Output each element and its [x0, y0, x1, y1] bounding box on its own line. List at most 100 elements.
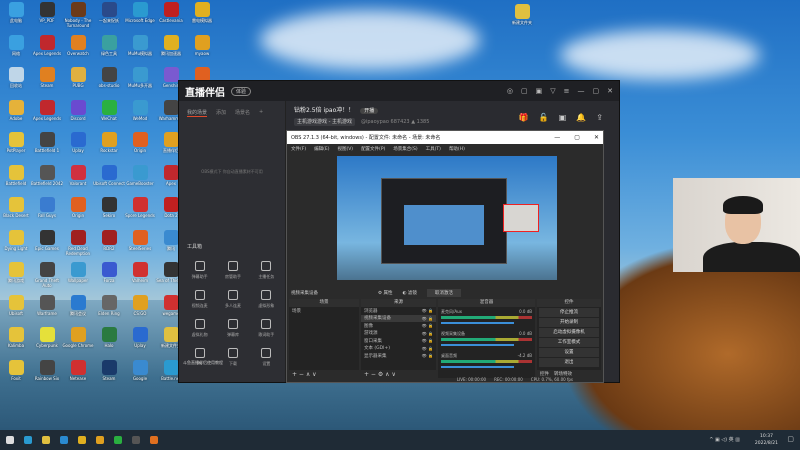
desktop-icon[interactable]: 绿色工具 [93, 33, 125, 67]
preview[interactable] [337, 156, 557, 280]
window-control-icon[interactable]: ≡ [564, 87, 570, 95]
clock[interactable]: 10:37 2022/8/21 [755, 433, 778, 447]
tool-item[interactable]: 房管助手 [216, 261, 249, 280]
source-item[interactable]: 文本 (GDI+) 👁 🔒 [361, 345, 436, 353]
desktop-icon[interactable]: 新建文件夹 [506, 2, 538, 36]
desktop-icon[interactable]: WeChat [93, 98, 125, 132]
desktop-icon[interactable]: Discord [62, 98, 94, 132]
tutorial-link[interactable]: 斗鱼直播伴侣使用教程 [183, 360, 223, 366]
desktop-icon[interactable]: Epic Games [31, 228, 63, 262]
desktop-icon[interactable]: GameBooster [124, 163, 156, 197]
desktop-icon[interactable]: PotPlayer [0, 130, 32, 164]
header-icon[interactable]: 🔔 [576, 113, 586, 122]
volume-slider[interactable] [441, 344, 514, 346]
desktop-icon[interactable]: Valheim [124, 260, 156, 294]
control-button[interactable]: 设置 [539, 348, 599, 357]
tool-item[interactable]: 视频连麦 [183, 290, 216, 309]
scene-item[interactable]: 场景 [289, 307, 359, 315]
tab-1[interactable]: 添加 [216, 109, 226, 117]
menu-item[interactable]: 视图(V) [337, 146, 353, 152]
window-control-icon[interactable]: ▽ [550, 87, 555, 95]
desktop-icon[interactable]: Overwatch [62, 33, 94, 67]
obs-window-control[interactable]: — [554, 134, 560, 141]
visibility-lock-icon[interactable]: 👁 🔒 [422, 331, 433, 336]
desktop-icon[interactable]: Forza [93, 260, 125, 294]
desktop-icon[interactable]: Sekiro [93, 195, 125, 229]
desktop-icon[interactable]: Google [124, 358, 156, 392]
obs-window-control[interactable]: ▢ [574, 134, 580, 141]
menu-item[interactable]: 工具(T) [426, 146, 441, 152]
desktop-icon[interactable]: Apex Legends [31, 98, 63, 132]
header-icon[interactable]: 🎁 [519, 113, 529, 122]
desktop-icon[interactable]: Spore Legends [124, 195, 156, 229]
desktop-icon[interactable]: 腾讯会议 [62, 293, 94, 327]
version-badge[interactable]: 体验 [231, 86, 252, 96]
desktop-icon[interactable]: Ubisoft [0, 293, 32, 327]
window-control-icon[interactable]: ▢ [521, 87, 528, 95]
menu-item[interactable]: 配置文件(P) [361, 146, 385, 152]
menu-item[interactable]: 场景集合(S) [393, 146, 417, 152]
desktop-icon[interactable]: RDR2 [93, 228, 125, 262]
desktop-icon[interactable]: Uplay [124, 325, 156, 359]
desktop-icon[interactable]: Rainbow Six [31, 358, 63, 392]
header-icon[interactable]: 🔓 [539, 113, 549, 122]
tool-item[interactable]: 虚拟形象 [250, 290, 283, 309]
source-item[interactable]: 显示器采集 👁 🔒 [361, 352, 436, 360]
deactivate-button[interactable]: 取消激活 [426, 288, 461, 297]
source-item[interactable]: 视频采集设备 👁 🔒 [361, 314, 436, 322]
visibility-lock-icon[interactable]: 👁 🔒 [422, 338, 433, 343]
desktop-icon[interactable]: Kalimba [0, 325, 32, 359]
desktop-icon[interactable]: Warframe [31, 293, 63, 327]
desktop-icon[interactable]: 腾讯加速器 [155, 33, 187, 67]
desktop-icon[interactable]: Apex Legends [31, 33, 63, 67]
desktop-icon[interactable]: Wallpaper [62, 260, 94, 294]
tool-item[interactable]: 虚拟礼物 [183, 319, 216, 338]
desktop-icon[interactable]: Red Dead Redemption [62, 228, 94, 262]
desktop-icon[interactable]: Black Desert [0, 195, 32, 229]
visibility-lock-icon[interactable]: 👁 🔒 [422, 308, 433, 313]
taskbar-obs[interactable] [128, 430, 144, 450]
category[interactable]: 主机游戏游戏 - 主机游戏 [294, 118, 355, 126]
desktop-icon[interactable]: Foxit [0, 358, 32, 392]
volume-slider[interactable] [441, 322, 514, 324]
desktop-icon[interactable]: Ubisoft Connect [93, 163, 125, 197]
desktop-icon[interactable]: Nobody - The Turnaround [62, 0, 94, 34]
system-tray[interactable]: ^ ▣ ◁) 英 ▥ [709, 436, 740, 443]
desktop-icon[interactable]: VP_PDF [31, 0, 63, 34]
menu-item[interactable]: 编辑(E) [314, 146, 329, 152]
desktop-icon[interactable]: Grand Theft Auto [31, 260, 63, 294]
tool-item[interactable]: 主播任务 [250, 261, 283, 280]
tool-item[interactable]: 歌词助手 [250, 319, 283, 338]
desktop-icon[interactable]: Netease [62, 358, 94, 392]
notification-icon[interactable]: ▢ [787, 435, 794, 443]
source-item[interactable]: 图像 👁 🔒 [361, 322, 436, 330]
desktop-icon[interactable]: Rockstar [93, 130, 125, 164]
header-icon[interactable]: ▣ [559, 113, 567, 122]
filters-button[interactable]: ◐ 滤镜 [402, 290, 416, 296]
taskbar-companion[interactable] [74, 430, 90, 450]
desktop-icon[interactable]: Uplay [62, 130, 94, 164]
desktop-icon[interactable]: Valorant [62, 163, 94, 197]
volume-slider[interactable] [441, 366, 514, 368]
desktop-icon[interactable]: Dying Light [0, 228, 32, 262]
menu-item[interactable]: 文件(F) [291, 146, 306, 152]
control-button[interactable]: 退出 [539, 358, 599, 367]
desktop-icon[interactable]: WeMod [124, 98, 156, 132]
desktop-icon[interactable]: 腾讯游戏 [0, 260, 32, 294]
desktop-icon[interactable]: Battlefield 2042 [31, 163, 63, 197]
desktop-icon[interactable]: Elden Ring [93, 293, 125, 327]
tab-0[interactable]: 我的场景 [187, 109, 208, 117]
window-control-icon[interactable]: ▢ [593, 87, 600, 95]
visibility-lock-icon[interactable]: 👁 🔒 [422, 323, 433, 328]
desktop-icon[interactable]: 雷电模拟器 [186, 0, 218, 34]
desktop-icon[interactable]: PUBG [62, 65, 94, 99]
obs-window-control[interactable]: ✕ [594, 134, 599, 141]
desktop-icon[interactable]: Battlefield [0, 163, 32, 197]
desktop-icon[interactable]: Cyberpunk [31, 325, 63, 359]
desktop-icon[interactable]: Microsoft Edge [124, 0, 156, 34]
control-button[interactable]: 开始录制 [539, 318, 599, 327]
tool-item[interactable]: 多人连麦 [216, 290, 249, 309]
control-button[interactable]: 工作室模式 [539, 338, 599, 347]
tool-item[interactable]: 弹幕库 [216, 319, 249, 338]
desktop-icon[interactable]: 一起来捉妖 [93, 0, 125, 34]
